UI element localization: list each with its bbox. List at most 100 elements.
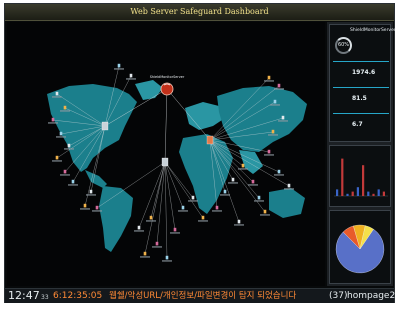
server-node-label [60,110,70,112]
server-node-icon[interactable] [59,131,63,136]
server-node-label [254,200,264,202]
connection-line [164,161,168,259]
server-node-icon[interactable] [143,251,147,256]
cpu-gauge-value: 60% [337,42,350,48]
server-node-icon[interactable] [277,83,281,88]
continent-south-america [99,186,133,252]
central-server-label: ShieldMonitorServer [150,75,185,79]
server-node-icon[interactable] [173,227,177,232]
hub-link-line [164,88,168,163]
metric-value-3: 6.7 [352,121,363,128]
connection-line [144,161,166,255]
server-node-label [68,184,78,186]
event-message[interactable]: 웹쉘/악성URL/개인정보/파일변경이 탐지 되었습니다 [109,289,296,303]
graph-bar [362,165,365,196]
server-node-icon[interactable] [257,195,261,200]
server-node-icon[interactable] [55,155,59,160]
server-node-label [80,208,90,210]
server-node-label [274,174,284,176]
traffic-graph [334,158,388,197]
server-node-label [278,120,288,122]
server-node-icon[interactable] [277,169,281,174]
server-node-icon[interactable] [63,105,67,110]
server-node-icon[interactable] [263,209,267,214]
server-node-label [48,122,58,124]
world-map-panel: ShieldMonitorServer [7,22,325,286]
server-node-icon[interactable] [271,129,275,134]
server-node-icon[interactable] [51,117,55,122]
graph-bar [367,191,370,196]
detection-pie-chart [335,224,385,274]
server-node-icon[interactable] [149,215,153,220]
server-node-icon[interactable] [137,225,141,230]
status-bar: 12:47 33 6:12:35:05 웹쉘/악성URL/개인정보/파일변경이 … [5,288,395,303]
graph-bar [346,193,349,196]
metric-divider-3 [333,113,389,114]
server-node-icon[interactable] [181,205,185,210]
graph-bar [336,189,339,196]
server-node-label [228,182,238,184]
server-node-label [270,104,280,106]
server-name: ShieldMonitorServer [350,28,396,33]
server-node-label [198,220,208,222]
traffic-graph-box [329,145,391,207]
event-host[interactable]: hompage2 [347,289,395,303]
continent-south-asia [239,150,263,174]
server-node-icon[interactable] [71,179,75,184]
server-node-icon[interactable] [129,73,133,78]
event-count: (37) [329,291,348,301]
server-node-label [212,210,222,212]
server-node-icon[interactable] [55,91,59,96]
server-node-icon[interactable] [231,177,235,182]
side-panel: ShieldMonitorServer 60% 1974.6 81.5 6.7 [327,22,396,286]
world-map: ShieldMonitorServer [47,63,307,262]
server-node-label [264,154,274,156]
server-node-icon[interactable] [201,215,205,220]
server-node-icon[interactable] [155,241,159,246]
server-node-icon[interactable] [237,219,241,224]
server-node-icon[interactable] [63,169,67,174]
connection-line [164,161,184,209]
server-node-label [146,220,156,222]
server-node-icon[interactable] [281,115,285,120]
server-node-icon[interactable] [241,163,245,168]
server-node-label [178,210,188,212]
hub-server-icon[interactable] [101,121,109,131]
server-node-label [86,194,96,196]
graph-bar [372,193,375,196]
detection-pie-box [329,210,391,284]
server-node-icon[interactable] [117,63,121,68]
server-node-icon[interactable] [67,143,71,148]
server-node-icon[interactable] [273,99,277,104]
server-node-icon[interactable] [191,195,195,200]
server-node-label [268,134,278,136]
server-node-label [114,68,124,70]
graph-bar [341,158,344,196]
server-node-label [92,210,102,212]
server-node-icon[interactable] [287,183,291,188]
server-node-label [140,256,150,258]
continent-australia [269,188,305,218]
server-node-icon[interactable] [89,189,93,194]
metric-divider-1 [333,61,389,62]
graph-bar [356,187,359,196]
server-node-label [284,188,294,190]
metric-value-1: 1974.6 [352,69,376,76]
server-node-icon[interactable] [223,189,227,194]
server-node-icon[interactable] [95,205,99,210]
server-node-label [234,224,244,226]
central-server-globe[interactable] [160,82,174,96]
server-node-label [60,174,70,176]
server-node-icon[interactable] [267,75,271,80]
hub-server-icon[interactable] [206,135,214,145]
server-node-icon[interactable] [165,255,169,260]
server-node-icon[interactable] [251,179,255,184]
server-node-label [52,96,62,98]
hub-server-icon[interactable] [161,157,169,167]
server-node-label [238,168,248,170]
graph-bar [382,191,385,196]
server-node-icon[interactable] [215,205,219,210]
metric-value-2: 81.5 [352,95,367,102]
server-node-icon[interactable] [83,203,87,208]
server-node-icon[interactable] [267,149,271,154]
